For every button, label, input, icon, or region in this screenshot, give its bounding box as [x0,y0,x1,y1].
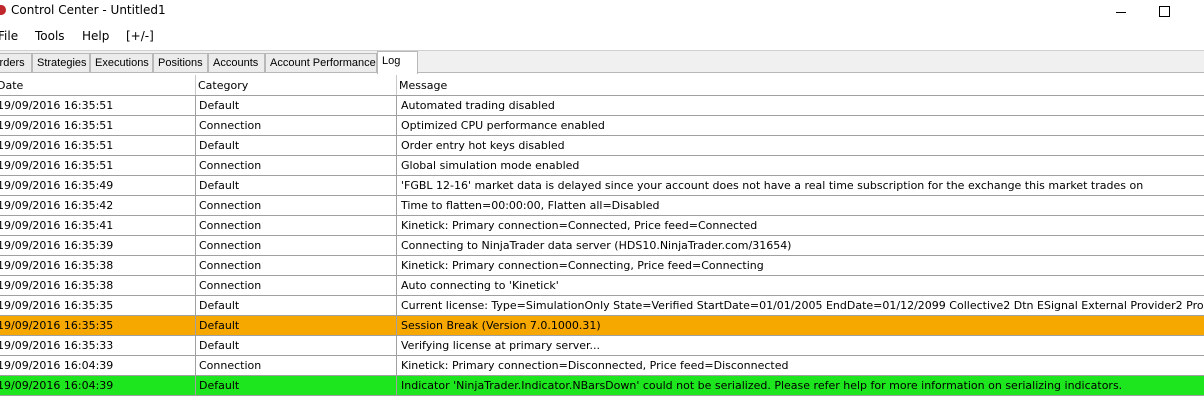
log-category-cell: Connection [199,239,262,252]
tab-account-performance[interactable]: Account Performance [265,53,377,72]
log-row[interactable]: 19/09/2016 16:35:51 Default Order entry ho… [0,136,1204,156]
log-category-cell: Default [199,299,240,312]
log-message-cell: Connecting to NinjaTrader data server (H… [401,239,792,252]
log-row[interactable]: 19/09/2016 16:35:51 Default Automated trad… [0,96,1204,116]
tab-label: Orders [0,57,25,69]
log-message-cell: 'FGBL 12-16' market data is delayed sinc… [401,179,1144,192]
log-message-cell: Optimized CPU performance enabled [401,119,605,132]
minimize-button[interactable] [1098,0,1144,22]
log-date-cell: 19/09/2016 16:35:35 [0,299,114,312]
tab-label: Strategies [37,57,87,69]
log-message-cell: Order entry hot keys disabled [401,139,565,152]
log-category-cell: Connection [199,199,262,212]
tab-accounts[interactable]: Accounts [208,53,265,72]
log-row[interactable]: 19/09/2016 16:35:49 Default 'FGBL 12-16' m… [0,176,1204,196]
log-category-cell: Default [199,139,240,152]
log-row[interactable]: 19/09/2016 16:04:39 Connection Kinetick: P… [0,356,1204,376]
log-grid: Date Category Message 19/09/2016 16:35:5… [0,75,1204,419]
log-message-cell: Auto connecting to 'Kinetick' [401,279,559,292]
log-date-cell: 19/09/2016 16:35:49 [0,179,114,192]
log-category-cell: Connection [199,219,262,232]
log-date-cell: 19/09/2016 16:35:39 [0,239,114,252]
log-category-cell: Default [199,319,240,332]
column-header-date[interactable]: Date [0,79,23,92]
log-category-cell: Default [199,339,240,352]
log-message-cell: Verifying license at primary server... [401,339,601,352]
log-date-cell: 19/09/2016 16:04:39 [0,359,114,372]
log-message-cell: Indicator 'NinjaTrader.Indicator.NBarsDo… [401,379,1123,392]
log-row[interactable]: 19/09/2016 16:35:33 Default Verifying lice… [0,336,1204,356]
log-date-cell: 19/09/2016 16:35:51 [0,99,114,112]
maximize-icon [1158,5,1170,17]
column-header-message[interactable]: Message [399,79,447,92]
log-row[interactable]: 19/09/2016 16:35:51 Connection Optimized C… [0,116,1204,136]
log-message-cell: Automated trading disabled [401,99,555,112]
log-message-cell: Session Break (Version 7.0.1000.31) [401,319,601,332]
tab-label: Positions [158,57,203,69]
grid-header: Date Category Message [0,75,1204,96]
log-category-cell: Connection [199,259,262,272]
log-date-cell: 19/09/2016 16:35:38 [0,259,114,272]
tab-log[interactable]: Log [377,51,418,74]
tab-label: Account Performance [270,57,376,69]
log-message-cell: Current license: Type=SimulationOnly Sta… [401,299,1204,312]
tab-label: Accounts [213,57,259,69]
tab-strip: Orders Strategies Executions Positions A… [0,50,1204,74]
log-date-cell: 19/09/2016 16:35:33 [0,339,114,352]
log-category-cell: Connection [199,159,262,172]
log-category-cell: Connection [199,279,262,292]
log-row[interactable]: 19/09/2016 16:35:35 Default Current licens… [0,296,1204,316]
log-date-cell: 19/09/2016 16:35:51 [0,119,114,132]
menu-bar: File Tools Help [+/-] [0,25,1204,47]
log-category-cell: Connection [199,359,262,372]
log-rows: 19/09/2016 16:35:51 Default Automated trad… [0,96,1204,396]
log-row[interactable]: 19/09/2016 16:35:39 Connection Connecting … [0,236,1204,256]
app-icon [0,5,6,15]
tab-label: Log [382,55,401,67]
tab-executions[interactable]: Executions [90,53,153,72]
maximize-button[interactable] [1141,0,1187,22]
log-category-cell: Default [199,379,240,392]
log-date-cell: 19/09/2016 16:35:35 [0,319,114,332]
log-date-cell: 19/09/2016 16:35:42 [0,199,114,212]
tab-orders[interactable]: Orders [0,53,32,72]
log-row[interactable]: 19/09/2016 16:35:42 Connection Time to fla… [0,196,1204,216]
menu-help[interactable]: Help [82,29,109,43]
log-row[interactable]: 19/09/2016 16:35:38 Connection Kinetick: P… [0,256,1204,276]
title-bar: Control Center - Untitled1 [0,0,1204,22]
tab-positions[interactable]: Positions [153,53,208,72]
log-date-cell: 19/09/2016 16:35:38 [0,279,114,292]
column-header-category[interactable]: Category [198,79,248,92]
log-category-cell: Connection [199,119,262,132]
log-row[interactable]: 19/09/2016 16:35:41 Connection Kinetick: P… [0,216,1204,236]
log-row[interactable]: 19/09/2016 16:04:39 Default Indicator 'Nin… [0,376,1204,396]
log-date-cell: 19/09/2016 16:35:51 [0,139,114,152]
log-message-cell: Kinetick: Primary connection=Connecting,… [401,259,764,272]
tab-strategies[interactable]: Strategies [32,53,90,72]
minimize-icon [1116,11,1126,13]
tab-label: Executions [95,57,149,69]
menu-tools[interactable]: Tools [35,29,65,43]
log-message-cell: Kinetick: Primary connection=Connected, … [401,219,758,232]
log-row[interactable]: 19/09/2016 16:35:38 Connection Auto connec… [0,276,1204,296]
log-date-cell: 19/09/2016 16:04:39 [0,379,114,392]
menu-file[interactable]: File [0,29,18,43]
log-message-cell: Global simulation mode enabled [401,159,580,172]
log-message-cell: Kinetick: Primary connection=Disconnecte… [401,359,789,372]
menu-expand-toggle[interactable]: [+/-] [126,29,154,43]
log-category-cell: Default [199,179,240,192]
log-date-cell: 19/09/2016 16:35:51 [0,159,114,172]
log-date-cell: 19/09/2016 16:35:41 [0,219,114,232]
log-row[interactable]: 19/09/2016 16:35:35 Default Session Break … [0,316,1204,336]
log-row[interactable]: 19/09/2016 16:35:51 Connection Global simu… [0,156,1204,176]
window-title: Control Center - Untitled1 [11,3,166,17]
log-category-cell: Default [199,99,240,112]
log-message-cell: Time to flatten=00:00:00, Flatten all=Di… [401,199,660,212]
